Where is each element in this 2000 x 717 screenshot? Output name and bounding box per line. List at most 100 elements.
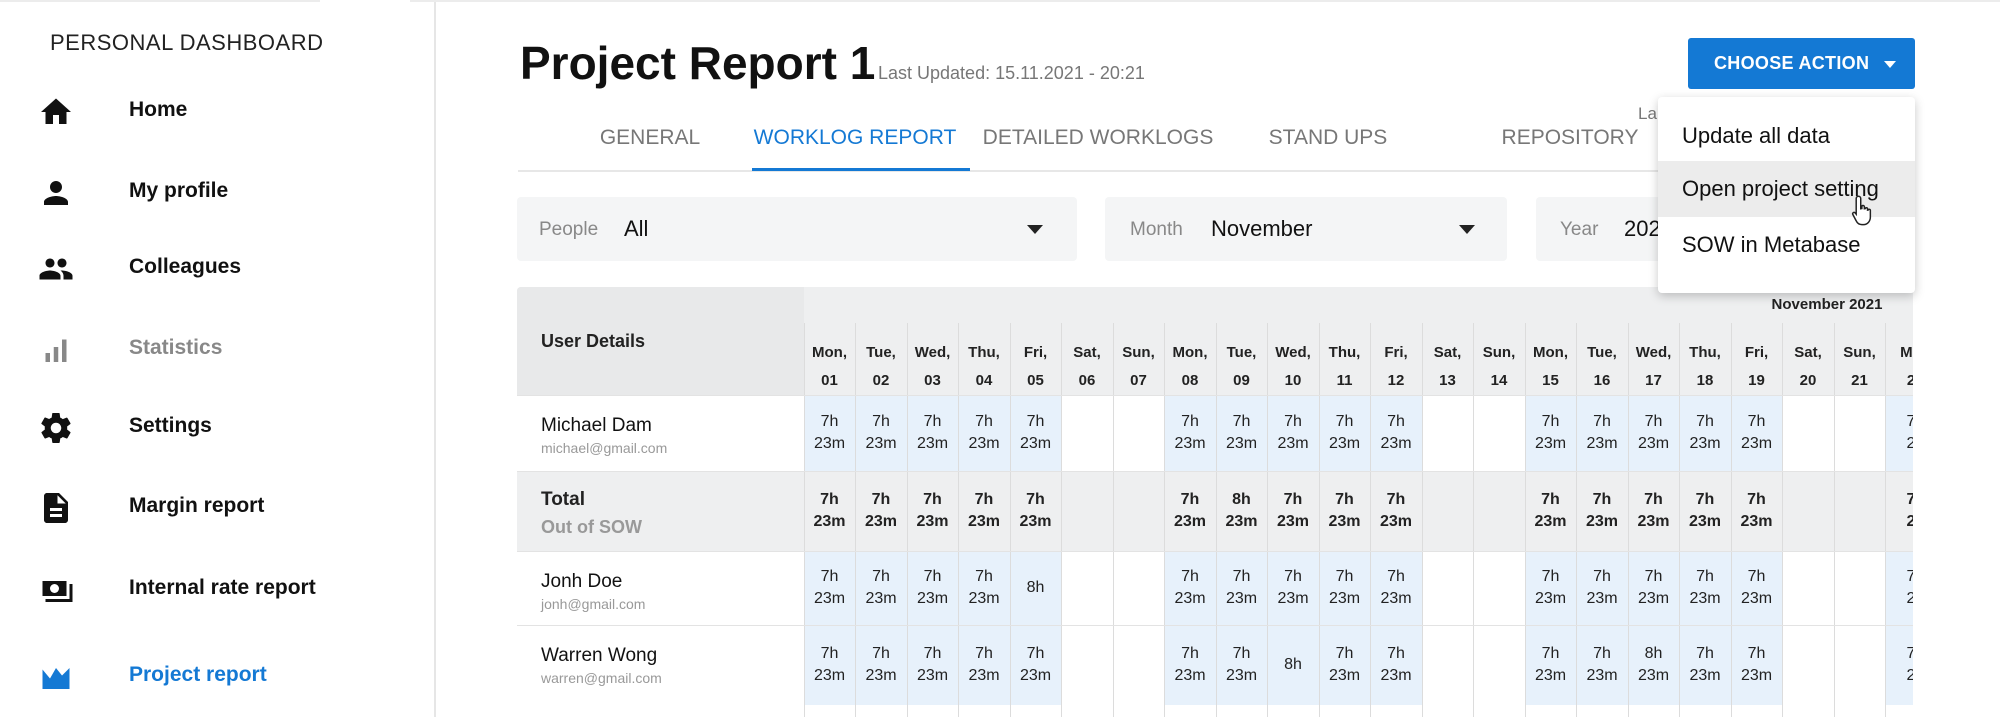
worklog-cell[interactable]: 7h 23m bbox=[907, 643, 958, 687]
sidebar-item-margin-report[interactable]: Margin report bbox=[0, 476, 436, 536]
day-header: Wed, 17 bbox=[1635, 344, 1672, 389]
worklog-cell[interactable]: 7h 23m bbox=[907, 489, 958, 533]
worklog-cell[interactable]: 7h 23m bbox=[1577, 566, 1628, 610]
worklog-cell[interactable]: 7 2 bbox=[1886, 643, 1913, 687]
worklog-cell[interactable]: 7h 23m bbox=[1319, 643, 1370, 687]
tab-detailed-worklogs[interactable]: DETAILED WORKLOGS bbox=[978, 126, 1218, 150]
worklog-cell[interactable]: 8h bbox=[1010, 577, 1061, 599]
worklog-cell[interactable]: 7h 23m bbox=[959, 489, 1010, 533]
worklog-cell[interactable]: 8h bbox=[1268, 654, 1319, 676]
worklog-cell[interactable]: 7h 23m bbox=[1268, 566, 1319, 610]
total-subtitle: Out of SOW bbox=[541, 517, 642, 537]
worklog-cell[interactable]: 7h 23m bbox=[1731, 643, 1782, 687]
choose-action-button[interactable]: CHOOSE ACTION bbox=[1688, 38, 1915, 89]
user-email: warren@gmail.com bbox=[541, 670, 662, 686]
worklog-cell[interactable]: 7h 23m bbox=[1216, 566, 1267, 610]
worklog-cell[interactable]: 7h 23m bbox=[1165, 643, 1216, 687]
worklog-cell[interactable]: 7h 23m bbox=[1216, 643, 1267, 687]
worklog-cell[interactable]: 7h 23m bbox=[804, 489, 855, 533]
user-name: Jonh Doe bbox=[541, 571, 623, 592]
worklog-cell[interactable]: 7h 23m bbox=[1525, 566, 1576, 610]
worklog-cell[interactable]: 7h 23m bbox=[1525, 411, 1576, 455]
worklog-cell[interactable]: 7 2 bbox=[1886, 566, 1913, 610]
worklog-cell[interactable]: 7h 23m bbox=[1010, 411, 1061, 455]
sidebar-item-home[interactable]: Home bbox=[0, 80, 436, 140]
user-name: Michael Dam bbox=[541, 415, 652, 436]
worklog-cell[interactable]: 7h 23m bbox=[1319, 566, 1370, 610]
worklog-cell[interactable]: 7h 23m bbox=[1010, 643, 1061, 687]
sidebar-item-label: Internal rate report bbox=[129, 576, 316, 599]
worklog-cell[interactable]: 7h 23m bbox=[1577, 643, 1628, 687]
sidebar-item-label: Project report bbox=[129, 663, 267, 686]
worklog-cell[interactable]: 7h 23m bbox=[1371, 643, 1422, 687]
last-updated-text: Last Updated: 15.11.2021 - 20:21 bbox=[878, 63, 1145, 83]
worklog-cell[interactable]: 7h 23m bbox=[1371, 411, 1422, 455]
worklog-cell[interactable]: 7h 23m bbox=[1165, 566, 1216, 610]
tab-general[interactable]: GENERAL bbox=[560, 126, 740, 150]
worklog-cell[interactable]: 7h 23m bbox=[1216, 411, 1267, 455]
worklog-cell[interactable]: 7h 23m bbox=[1319, 411, 1370, 455]
worklog-cell[interactable]: 7h 23m bbox=[959, 643, 1010, 687]
main-top-divider bbox=[410, 0, 2000, 2]
month-filter[interactable]: Month November bbox=[1105, 197, 1507, 261]
worklog-cell[interactable]: 7h 23m bbox=[1628, 411, 1679, 455]
sidebar-item-settings[interactable]: Settings bbox=[0, 396, 436, 456]
worklog-cell[interactable]: 7h 23m bbox=[856, 566, 907, 610]
tab-worklog-report[interactable]: WORKLOG REPORT bbox=[750, 126, 960, 150]
worklog-cell[interactable]: 7h 23m bbox=[804, 566, 855, 610]
worklog-cell[interactable]: 7h 23m bbox=[1731, 566, 1782, 610]
worklog-cell[interactable]: 7h 23m bbox=[1628, 489, 1679, 533]
worklog-cell[interactable]: 7h 23m bbox=[1680, 411, 1731, 455]
worklog-cell[interactable]: 7h 23m bbox=[856, 411, 907, 455]
worklog-cell[interactable]: 7h 23m bbox=[1577, 411, 1628, 455]
sidebar-item-label: Statistics bbox=[129, 336, 223, 359]
sidebar-item-colleagues[interactable]: Colleagues bbox=[0, 237, 436, 297]
worklog-cell[interactable]: 7h 23m bbox=[907, 566, 958, 610]
worklog-cell[interactable]: 7h 23m bbox=[959, 411, 1010, 455]
day-header: Sat, 20 bbox=[1794, 344, 1822, 389]
worklog-cell[interactable]: 7h 23m bbox=[1731, 489, 1782, 533]
worklog-cell[interactable]: 7h 23m bbox=[1371, 489, 1422, 533]
worklog-cell[interactable]: 7h 23m bbox=[907, 411, 958, 455]
worklog-cell[interactable]: 7h 23m bbox=[1731, 411, 1782, 455]
worklog-cell[interactable]: 7 2 bbox=[1886, 489, 1913, 533]
day-header: Fri, 19 bbox=[1744, 344, 1769, 389]
worklog-cell[interactable]: 7h 23m bbox=[1371, 566, 1422, 610]
day-header: Sun, 07 bbox=[1122, 344, 1155, 389]
worklog-cell[interactable]: 7h 23m bbox=[1680, 643, 1731, 687]
sidebar-item-label: Colleagues bbox=[129, 255, 242, 278]
day-header: Mo 2 bbox=[1900, 344, 1913, 389]
worklog-cell[interactable]: 7h 23m bbox=[1165, 489, 1216, 533]
worklog-cell[interactable]: 7h 23m bbox=[1319, 489, 1370, 533]
sidebar-item-statistics[interactable]: Statistics bbox=[0, 318, 436, 378]
worklog-cell[interactable]: 8h 23m bbox=[1216, 489, 1267, 533]
worklog-cell[interactable]: 8h 23m bbox=[1628, 643, 1679, 687]
worklog-cell[interactable]: 7h 23m bbox=[856, 643, 907, 687]
worklog-cell[interactable]: 7h 23m bbox=[1525, 643, 1576, 687]
people-icon bbox=[38, 251, 74, 287]
worklog-cell[interactable]: 7h 23m bbox=[1680, 489, 1731, 533]
sidebar-item-my-profile[interactable]: My profile bbox=[0, 161, 436, 221]
worklog-cell[interactable]: 7h 23m bbox=[856, 489, 907, 533]
worklog-cell[interactable]: 7h 23m bbox=[804, 411, 855, 455]
chevron-down-icon bbox=[1027, 225, 1043, 234]
chevron-down-icon bbox=[1459, 225, 1475, 234]
menu-item-update-all-data[interactable]: Update all data bbox=[1658, 108, 1915, 164]
worklog-cell[interactable]: 7h 23m bbox=[1268, 489, 1319, 533]
worklog-cell[interactable]: 7h 23m bbox=[1268, 411, 1319, 455]
worklog-cell[interactable]: 7h 23m bbox=[804, 643, 855, 687]
worklog-cell[interactable]: 7h 23m bbox=[1010, 489, 1061, 533]
tab-stand-ups[interactable]: STAND UPS bbox=[1238, 126, 1418, 150]
worklog-cell[interactable]: 7h 23m bbox=[959, 566, 1010, 610]
worklog-cell[interactable]: 7 2 bbox=[1886, 411, 1913, 455]
worklog-cell[interactable]: 7h 23m bbox=[1680, 566, 1731, 610]
worklog-cell[interactable]: 7h 23m bbox=[1525, 489, 1576, 533]
worklog-cell[interactable]: 7h 23m bbox=[1628, 566, 1679, 610]
worklog-cell[interactable]: 7h 23m bbox=[1577, 489, 1628, 533]
sidebar-item-project-report[interactable]: Project report bbox=[0, 645, 436, 705]
sidebar-item-internal-rate-report[interactable]: Internal rate report bbox=[0, 558, 436, 618]
people-filter[interactable]: People All bbox=[517, 197, 1077, 261]
worklog-cell[interactable]: 7h 23m bbox=[1165, 411, 1216, 455]
tab-repository[interactable]: REPOSITORY bbox=[1480, 126, 1660, 150]
money-icon bbox=[38, 572, 74, 608]
